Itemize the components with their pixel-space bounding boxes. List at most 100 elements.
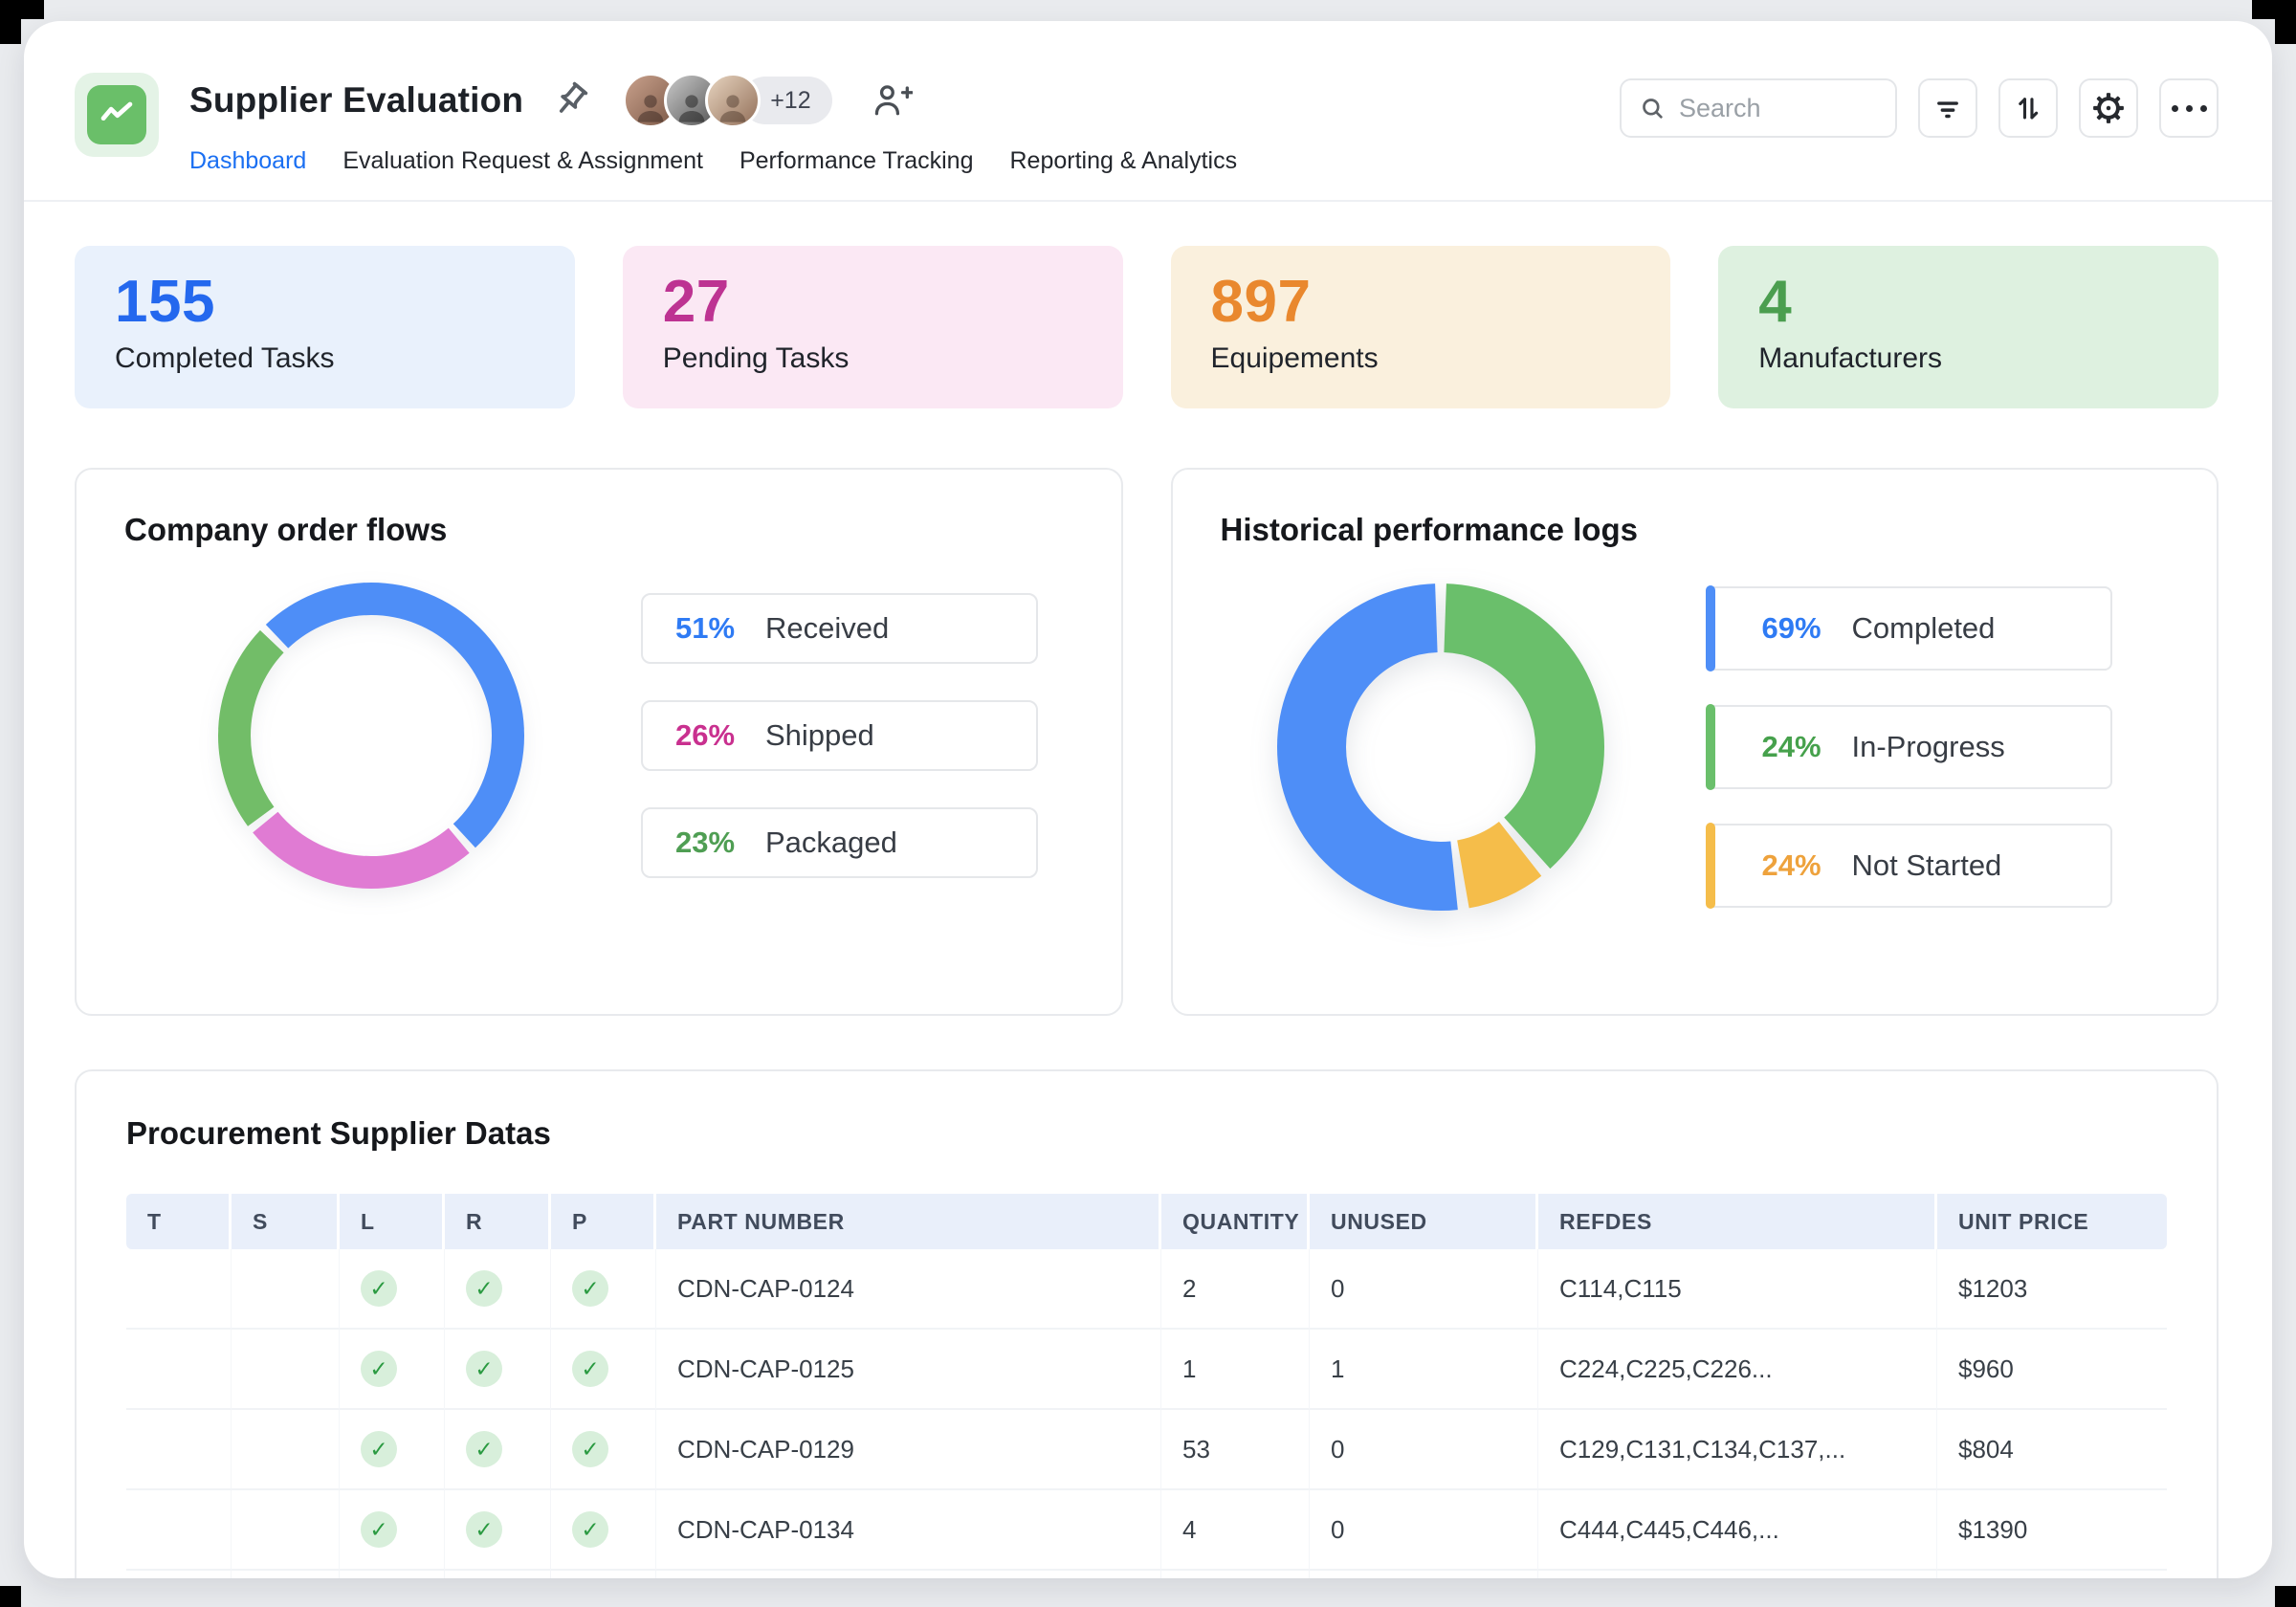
legend-percentage: 69% (1761, 611, 1821, 645)
table-row: ✓ ✓ ✓ CDN-CAP-0125 1 1 C224,C225,C226... $960 (126, 1330, 2167, 1410)
column-header-unit-price: UNIT PRICE (1937, 1194, 2167, 1249)
app-window: Supplier Evaluation +12 Dashboard Evalua… (24, 21, 2272, 1578)
cell-t (126, 1249, 232, 1330)
tab-reporting-analytics[interactable]: Reporting & Analytics (1009, 147, 1237, 175)
performance-logs-donut (1276, 583, 1604, 911)
checkmark-icon: ✓ (572, 1270, 608, 1307)
cell-unused: 1 (1310, 1330, 1538, 1410)
column-header-quantity: QUANTITY (1161, 1194, 1310, 1249)
avatar-group: +12 (623, 73, 832, 128)
tab-dashboard[interactable]: Dashboard (189, 147, 306, 175)
sort-button[interactable] (1998, 78, 2058, 138)
more-button[interactable] (2159, 78, 2219, 138)
stat-label: Completed Tasks (115, 341, 335, 374)
checkmark-icon: ✓ (361, 1351, 397, 1387)
avatar[interactable] (705, 73, 762, 128)
search-box[interactable] (1620, 78, 1897, 138)
person-add-icon[interactable] (871, 79, 913, 121)
order-flows-donut (218, 583, 524, 889)
cell-unused: 2 (1310, 1571, 1538, 1578)
corner-mark (0, 1586, 21, 1607)
cell-part-number: CDN-CAP-0136 (656, 1571, 1161, 1578)
cell-s (232, 1410, 340, 1490)
filter-button[interactable] (1918, 78, 1977, 138)
header-divider (24, 200, 2272, 202)
stat-card-equipements: 897 Equipements (1170, 246, 1671, 408)
checkmark-icon: ✓ (466, 1270, 502, 1307)
stat-card-manufacturers: 4 Manufacturers (1718, 246, 2219, 408)
legend-item-received: 51% Received (641, 593, 1038, 664)
legend-label: Shipped (765, 718, 874, 752)
cell-unit-price: $804 (1937, 1410, 2167, 1490)
chart-title: Historical performance logs (1220, 512, 1638, 547)
cell-unit-price: $1813 (1937, 1571, 2167, 1578)
cell-p-status: ✓ (551, 1571, 656, 1578)
stat-label: Manufacturers (1758, 341, 1942, 374)
table-title: Procurement Supplier Datas (126, 1115, 551, 1151)
cell-quantity: 4 (1161, 1490, 1310, 1571)
table-row: ✓ ✓ ✓ CDN-CAP-0134 4 0 C444,C445,C446,... $1390 (126, 1490, 2167, 1571)
filter-icon (1932, 92, 1964, 124)
column-header-t: T (126, 1194, 232, 1249)
column-header-refdes: REFDES (1538, 1194, 1937, 1249)
settings-button[interactable] (2079, 78, 2138, 138)
search-icon (1639, 95, 1666, 121)
search-input[interactable] (1677, 92, 1878, 124)
pin-icon[interactable] (548, 78, 592, 122)
tab-performance-tracking[interactable]: Performance Tracking (740, 147, 974, 175)
cell-part-number: CDN-CAP-0134 (656, 1490, 1161, 1571)
cell-s (232, 1249, 340, 1330)
checkmark-icon: ✓ (466, 1431, 502, 1467)
cell-refdes: C444,C445,C446,... (1538, 1490, 1937, 1571)
corner-mark (0, 0, 21, 44)
trend-logo-icon (87, 85, 146, 144)
cell-refdes: C129,C131,C134,C137,... (1538, 1410, 1937, 1490)
cell-s (232, 1490, 340, 1571)
stat-label: Pending Tasks (662, 341, 850, 374)
cell-l-status: ✓ (340, 1249, 445, 1330)
tab-evaluation-request-assignment[interactable]: Evaluation Request & Assignment (342, 147, 703, 175)
stat-value: 27 (662, 269, 730, 335)
cell-t (126, 1410, 232, 1490)
cell-unused: 0 (1310, 1249, 1538, 1330)
legend-label: Completed (1851, 611, 1996, 645)
chart-title: Company order flows (124, 512, 448, 547)
performance-logs-card: Historical performance logs 69% Completed… (1170, 468, 2219, 1016)
checkmark-icon: ✓ (466, 1351, 502, 1387)
cell-refdes: C464,C465,C466... (1538, 1571, 1937, 1578)
checkmark-icon: ✓ (572, 1431, 608, 1467)
cell-quantity: 53 (1161, 1410, 1310, 1490)
cell-unit-price: $960 (1937, 1330, 2167, 1410)
column-header-part-number: PART NUMBER (656, 1194, 1161, 1249)
legend-percentage: 23% (675, 826, 736, 859)
supplier-table: T S L R P PART NUMBER QUANTITY UNUSED REFDES UNIT… (126, 1194, 2167, 1578)
legend-label: Received (765, 611, 890, 645)
app-logo (75, 73, 159, 157)
cell-t (126, 1330, 232, 1410)
nav-tabs: Dashboard Evaluation Request & Assignment… (189, 147, 1237, 175)
stat-value: 4 (1758, 269, 1793, 335)
title-row: Supplier Evaluation +12 (189, 73, 1237, 128)
cell-unit-price: $1390 (1937, 1490, 2167, 1571)
chart-body: 69% Completed 24% In-Progress 24% Not Started (1221, 573, 2170, 921)
legend-item-in-progress: 24% In-Progress (1705, 704, 2112, 790)
cell-r-status: ✓ (445, 1410, 551, 1490)
supplier-table-card: Procurement Supplier Datas T S L R P PART NUM… (75, 1069, 2219, 1578)
column-header-s: S (232, 1194, 340, 1249)
checkmark-icon: ✓ (466, 1511, 502, 1548)
cell-l-status: ✓ (340, 1490, 445, 1571)
legend-accent-bar (1705, 823, 1715, 909)
cell-t (126, 1490, 232, 1571)
corner-mark (2275, 1586, 2296, 1607)
cell-r-status: ✓ (445, 1571, 551, 1578)
checkmark-icon: ✓ (361, 1511, 397, 1548)
cell-l-status: ✓ (340, 1410, 445, 1490)
legend-label: Not Started (1851, 848, 2002, 882)
cell-unused: 0 (1310, 1410, 1538, 1490)
header-left: Supplier Evaluation +12 Dashboard Evalua… (75, 73, 1237, 175)
chart-row: Company order flows 51% Received 26% Shippe… (24, 468, 2272, 1016)
legend-percentage: 26% (675, 718, 736, 752)
cell-p-status: ✓ (551, 1249, 656, 1330)
stat-label: Equipements (1210, 341, 1379, 374)
cell-refdes: C224,C225,C226... (1538, 1330, 1937, 1410)
